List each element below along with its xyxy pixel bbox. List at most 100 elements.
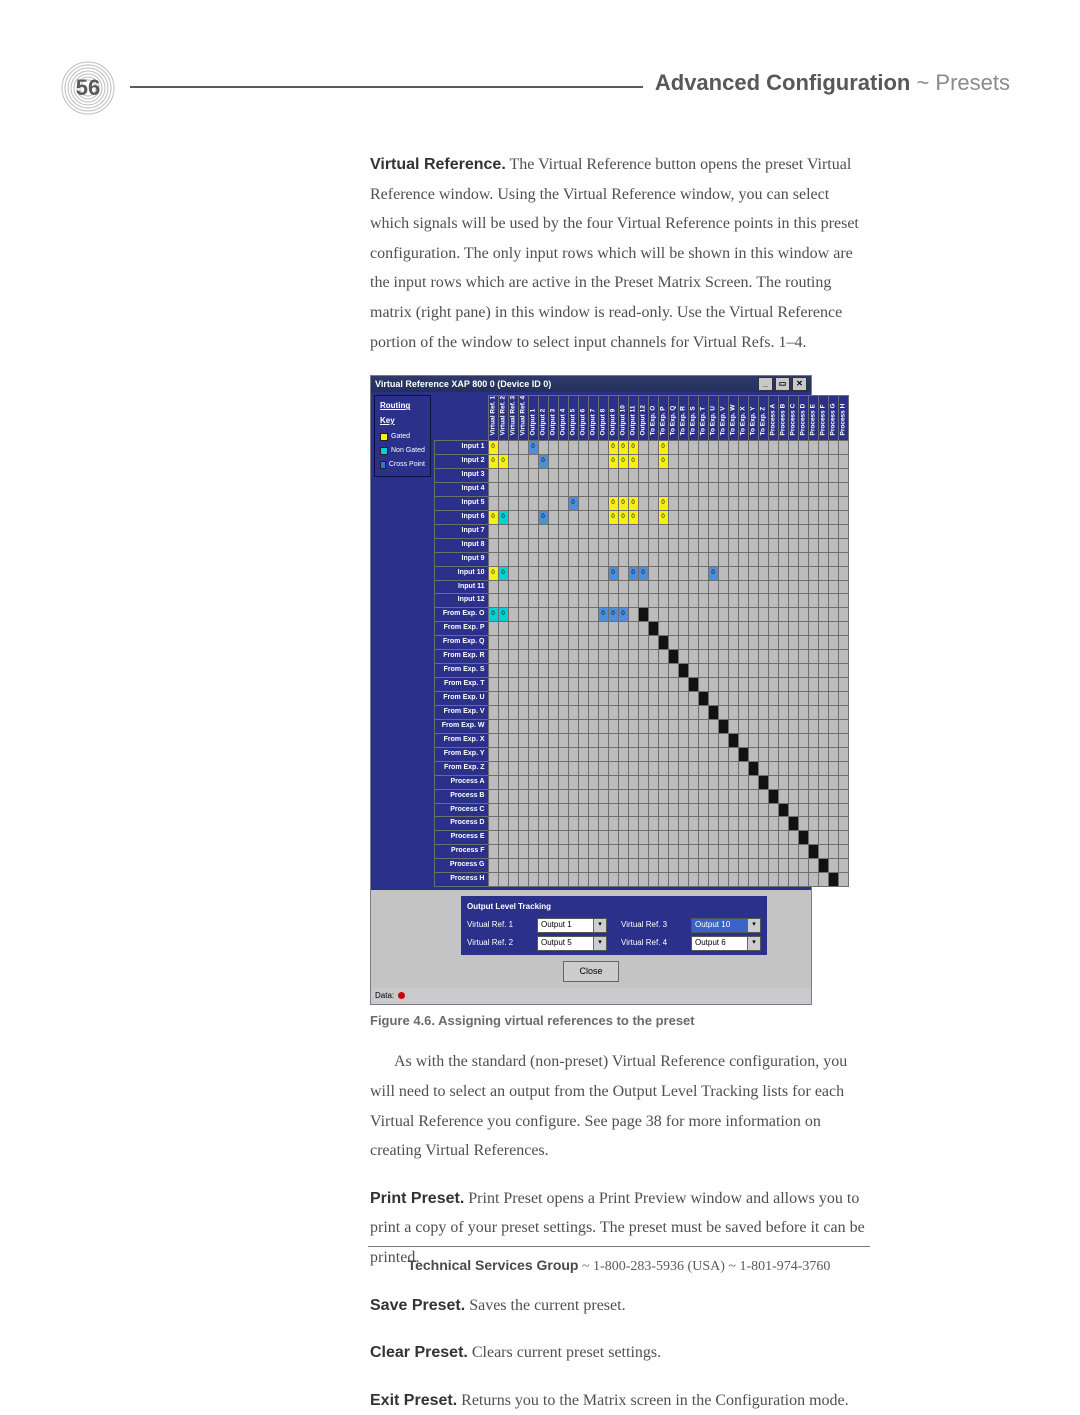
matrix-cell	[748, 803, 758, 817]
matrix-cell	[838, 441, 848, 455]
matrix-cell	[498, 636, 508, 650]
matrix-crosspoint[interactable]: 0	[659, 455, 668, 468]
matrix-cell	[658, 650, 668, 664]
matrix-crosspoint[interactable]: 0	[609, 608, 618, 621]
matrix-crosspoint[interactable]: 0	[619, 511, 628, 524]
matrix-cell	[508, 580, 518, 594]
matrix-crosspoint[interactable]: 0	[629, 455, 638, 468]
matrix-crosspoint[interactable]: 0	[569, 497, 578, 510]
matrix-crosspoint[interactable]: 0	[489, 455, 498, 468]
matrix-cell: 0	[488, 510, 498, 524]
matrix-crosspoint[interactable]: 0	[629, 511, 638, 524]
matrix-cell	[688, 469, 698, 483]
matrix-cell	[588, 524, 598, 538]
matrix-crosspoint[interactable]: 0	[659, 441, 668, 454]
footer-rule	[368, 1246, 870, 1247]
matrix-cell	[738, 692, 748, 706]
matrix-cell	[708, 580, 718, 594]
matrix-cell	[648, 845, 658, 859]
matrix-crosspoint[interactable]: 0	[619, 497, 628, 510]
matrix-cell	[678, 566, 688, 580]
matrix-row-header: Input 1	[435, 441, 489, 455]
matrix-cell	[808, 859, 818, 873]
matrix-cell	[758, 636, 768, 650]
matrix-cell	[838, 566, 848, 580]
olt-vr4-combo[interactable]: Output 6▾	[691, 936, 761, 951]
matrix-cell	[838, 455, 848, 469]
matrix-cell	[508, 636, 518, 650]
matrix-crosspoint[interactable]: 0	[629, 441, 638, 454]
matrix-crosspoint[interactable]: 0	[659, 497, 668, 510]
matrix-cell	[498, 789, 508, 803]
matrix-cell	[508, 622, 518, 636]
olt-vr2-combo[interactable]: Output 5▾	[537, 936, 607, 951]
matrix-crosspoint[interactable]: 0	[499, 608, 508, 621]
matrix-cell	[558, 636, 568, 650]
matrix-crosspoint[interactable]: 0	[609, 511, 618, 524]
matrix-cell	[688, 455, 698, 469]
matrix-crosspoint[interactable]: 0	[659, 511, 668, 524]
matrix-cell	[828, 636, 838, 650]
matrix-crosspoint[interactable]: 0	[629, 497, 638, 510]
matrix-cell: 0	[488, 566, 498, 580]
matrix-cell	[838, 622, 848, 636]
matrix-cell	[558, 775, 568, 789]
close-button[interactable]: ✕	[792, 377, 807, 391]
matrix-crosspoint[interactable]: 0	[619, 455, 628, 468]
matrix-crosspoint[interactable]: 0	[499, 511, 508, 524]
matrix-crosspoint[interactable]: 0	[609, 441, 618, 454]
matrix-crosspoint[interactable]: 0	[539, 511, 548, 524]
matrix-cell: 0	[628, 441, 638, 455]
matrix-crosspoint[interactable]: 0	[529, 441, 538, 454]
dialog-close-button[interactable]: Close	[563, 961, 619, 982]
maximize-button[interactable]: ▭	[775, 377, 790, 391]
matrix-crosspoint[interactable]: 0	[489, 511, 498, 524]
matrix-crosspoint[interactable]: 0	[609, 497, 618, 510]
matrix-cell	[758, 566, 768, 580]
matrix-crosspoint[interactable]: 0	[609, 567, 618, 580]
matrix-cell	[678, 719, 688, 733]
matrix-cell	[488, 496, 498, 510]
matrix-cell	[838, 510, 848, 524]
matrix-cell	[598, 552, 608, 566]
matrix-cell	[668, 455, 678, 469]
matrix-cell	[708, 873, 718, 887]
matrix-crosspoint[interactable]: 0	[489, 608, 498, 621]
olt-vr1-combo[interactable]: Output 1▾	[537, 918, 607, 933]
matrix-crosspoint[interactable]: 0	[599, 608, 608, 621]
matrix-cell	[588, 469, 598, 483]
matrix-crosspoint[interactable]: 0	[619, 441, 628, 454]
matrix-cell	[698, 705, 708, 719]
matrix-crosspoint[interactable]: 0	[489, 567, 498, 580]
legend-title: Routing Key	[380, 399, 425, 429]
matrix-cell	[728, 747, 738, 761]
matrix-cell	[638, 650, 648, 664]
matrix-cell	[488, 761, 498, 775]
matrix-crosspoint[interactable]: 0	[639, 567, 648, 580]
matrix-crosspoint[interactable]: 0	[629, 567, 638, 580]
minimize-button[interactable]: _	[758, 377, 773, 391]
matrix-crosspoint[interactable]: 0	[609, 455, 618, 468]
matrix-crosspoint[interactable]: 0	[499, 455, 508, 468]
matrix-cell	[808, 664, 818, 678]
matrix-cell	[658, 789, 668, 803]
matrix-cell	[538, 482, 548, 496]
matrix-crosspoint[interactable]: 0	[709, 567, 718, 580]
olt-vr3-combo[interactable]: Output 10▾	[691, 918, 761, 933]
matrix-cell	[758, 678, 768, 692]
matrix-cell	[588, 482, 598, 496]
matrix-cell	[568, 455, 578, 469]
matrix-crosspoint[interactable]: 0	[619, 608, 628, 621]
matrix-cell	[718, 859, 728, 873]
matrix-cell: 0	[618, 510, 628, 524]
matrix-cell	[828, 482, 838, 496]
matrix-crosspoint[interactable]: 0	[499, 567, 508, 580]
matrix-cell	[808, 482, 818, 496]
matrix-cell	[638, 636, 648, 650]
matrix-cell	[578, 566, 588, 580]
matrix-cell	[528, 775, 538, 789]
matrix-crosspoint[interactable]: 0	[489, 441, 498, 454]
matrix-cell	[578, 608, 588, 622]
matrix-crosspoint[interactable]: 0	[539, 455, 548, 468]
matrix-cell	[658, 747, 668, 761]
